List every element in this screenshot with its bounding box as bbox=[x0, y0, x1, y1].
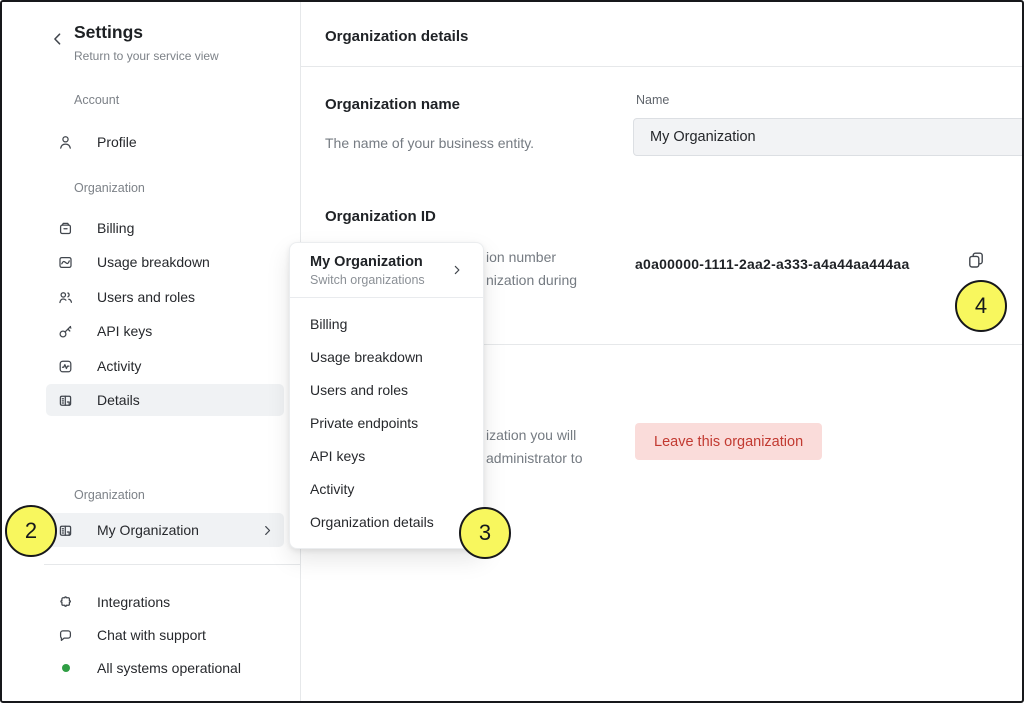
sidebar-item-api-keys[interactable]: API keys bbox=[46, 315, 284, 347]
dropdown-menu-list: Billing Usage breakdown Users and roles … bbox=[290, 298, 483, 548]
sidebar-item-label: Details bbox=[97, 392, 140, 408]
section-label-organization-2: Organization bbox=[74, 488, 145, 502]
puzzle-icon bbox=[57, 594, 74, 611]
screenshot-frame: Settings Return to your service view Acc… bbox=[0, 0, 1024, 703]
sidebar-item-billing[interactable]: Billing bbox=[46, 212, 284, 244]
sidebar-item-my-organization[interactable]: My Organization bbox=[46, 513, 284, 547]
sidebar-item-label: Usage breakdown bbox=[97, 254, 210, 270]
annotation-badge-3: 3 bbox=[459, 507, 511, 559]
sidebar-item-label: Billing bbox=[97, 220, 134, 236]
sidebar: Settings Return to your service view Acc… bbox=[2, 2, 300, 701]
org-id-description-fragment: nization during bbox=[486, 272, 577, 288]
sidebar-item-profile[interactable]: Profile bbox=[46, 126, 284, 158]
leave-organization-button[interactable]: Leave this organization bbox=[635, 423, 822, 460]
org-id-section-title: Organization ID bbox=[325, 208, 436, 225]
dropdown-org-name: My Organization bbox=[310, 254, 469, 270]
sidebar-item-chat-with-support[interactable]: Chat with support bbox=[46, 620, 284, 650]
status-label: All systems operational bbox=[97, 660, 241, 676]
leave-description-fragment: ization you will bbox=[486, 427, 576, 443]
sidebar-item-label: My Organization bbox=[97, 522, 199, 538]
menu-item-organization-details[interactable]: Organization details bbox=[290, 505, 483, 538]
user-icon bbox=[57, 134, 74, 151]
leave-description-fragment: administrator to bbox=[486, 450, 582, 466]
organization-icon bbox=[57, 392, 74, 409]
sidebar-item-users-and-roles[interactable]: Users and roles bbox=[46, 281, 284, 313]
copy-icon bbox=[966, 250, 986, 275]
sidebar-item-label: Users and roles bbox=[97, 289, 195, 305]
menu-item-billing[interactable]: Billing bbox=[290, 307, 483, 340]
menu-item-activity[interactable]: Activity bbox=[290, 472, 483, 505]
organization-icon bbox=[57, 522, 74, 539]
menu-item-private-endpoints[interactable]: Private endpoints bbox=[290, 406, 483, 439]
annotation-badge-4: 4 bbox=[955, 280, 1007, 332]
divider bbox=[300, 66, 1022, 67]
org-name-section-description: The name of your business entity. bbox=[325, 135, 534, 151]
activity-icon bbox=[57, 358, 74, 375]
sidebar-item-label: API keys bbox=[97, 323, 152, 339]
sidebar-item-details[interactable]: Details bbox=[46, 384, 284, 416]
name-field-label: Name bbox=[636, 93, 669, 107]
organization-id-value: a0a00000-1111-2aa2-a333-a4a44aa444aa bbox=[635, 256, 910, 272]
section-label-organization: Organization bbox=[74, 181, 145, 195]
sidebar-item-integrations[interactable]: Integrations bbox=[46, 587, 284, 617]
divider bbox=[44, 564, 300, 565]
dropdown-subtitle: Switch organizations bbox=[310, 273, 469, 287]
menu-item-users-and-roles[interactable]: Users and roles bbox=[290, 373, 483, 406]
chevron-left-icon bbox=[50, 34, 66, 51]
sidebar-item-label: Integrations bbox=[97, 594, 170, 610]
status-dot bbox=[62, 664, 70, 672]
sidebar-item-system-status[interactable]: All systems operational bbox=[46, 653, 284, 683]
sidebar-subtitle: Return to your service view bbox=[74, 49, 219, 63]
sidebar-item-label: Profile bbox=[97, 134, 137, 150]
usage-chart-icon bbox=[57, 254, 74, 271]
menu-item-usage-breakdown[interactable]: Usage breakdown bbox=[290, 340, 483, 373]
organization-switcher-dropdown: My Organization Switch organizations Bil… bbox=[289, 242, 484, 549]
key-icon bbox=[57, 323, 74, 340]
chevron-right-icon bbox=[451, 264, 463, 276]
copy-button[interactable] bbox=[964, 250, 988, 274]
billing-icon bbox=[57, 220, 74, 237]
sidebar-item-label: Activity bbox=[97, 358, 141, 374]
org-id-description-fragment: ion number bbox=[486, 249, 556, 265]
chat-icon bbox=[57, 627, 74, 644]
section-label-account: Account bbox=[74, 93, 119, 107]
organization-name-input[interactable] bbox=[633, 118, 1024, 156]
users-icon bbox=[57, 289, 74, 306]
sidebar-item-activity[interactable]: Activity bbox=[46, 350, 284, 382]
sidebar-item-label: Chat with support bbox=[97, 627, 206, 643]
sidebar-item-usage-breakdown[interactable]: Usage breakdown bbox=[46, 246, 284, 278]
annotation-badge-2: 2 bbox=[5, 505, 57, 557]
sidebar-title: Settings bbox=[74, 22, 143, 43]
menu-item-api-keys[interactable]: API keys bbox=[290, 439, 483, 472]
org-name-section-title: Organization name bbox=[325, 96, 460, 113]
chevron-right-icon bbox=[261, 524, 274, 537]
page-title: Organization details bbox=[325, 28, 468, 45]
back-button[interactable] bbox=[50, 31, 68, 49]
dropdown-header[interactable]: My Organization Switch organizations bbox=[290, 243, 483, 297]
